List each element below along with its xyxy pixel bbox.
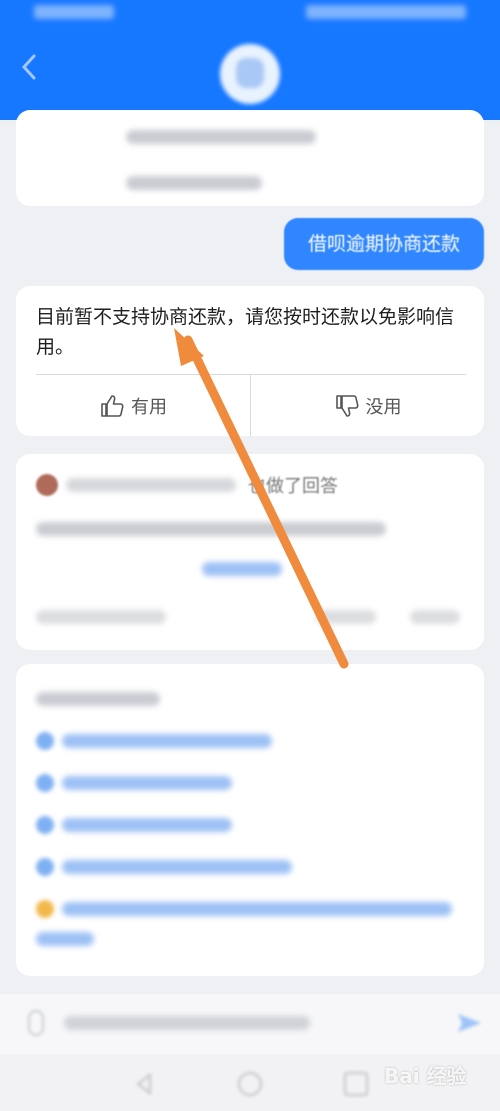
nav-home-icon[interactable] [238, 1072, 262, 1096]
assistant-avatar [220, 44, 280, 104]
commenter-avatar [36, 474, 58, 496]
bot-answer-card: 目前暂不支持协商还款，请您按时还款以免影响信用。 有用 没用 [16, 286, 484, 436]
useless-label: 没用 [365, 396, 402, 418]
status-bar [0, 0, 500, 28]
back-icon[interactable] [18, 50, 42, 84]
send-icon[interactable] [454, 1008, 484, 1038]
nav-back-icon[interactable] [132, 1072, 156, 1096]
chat-header [0, 28, 500, 120]
community-answer-card: 也做了回答 [16, 454, 484, 650]
voice-icon[interactable] [28, 1010, 44, 1036]
message-input-bar[interactable] [0, 994, 500, 1054]
useful-label: 有用 [131, 396, 167, 418]
user-message-bubble: 借呗逾期协商还款 [284, 218, 484, 270]
status-bar-left-blurred [34, 5, 114, 19]
related-questions-card [16, 664, 484, 976]
nav-recent-icon[interactable] [344, 1072, 368, 1096]
useless-button[interactable]: 没用 [251, 375, 484, 436]
bot-answer-text: 目前暂不支持协商还款，请您按时还款以免影响信用。 [36, 306, 455, 358]
watermark: Bai 经验 [384, 1064, 467, 1088]
comment-title: 也做了回答 [248, 476, 338, 497]
thumbs-up-icon [101, 394, 124, 417]
thumbs-down-icon [335, 394, 359, 417]
previous-suggestion-card [16, 110, 484, 206]
useful-button[interactable]: 有用 [16, 375, 250, 436]
status-bar-right-blurred [306, 5, 466, 19]
